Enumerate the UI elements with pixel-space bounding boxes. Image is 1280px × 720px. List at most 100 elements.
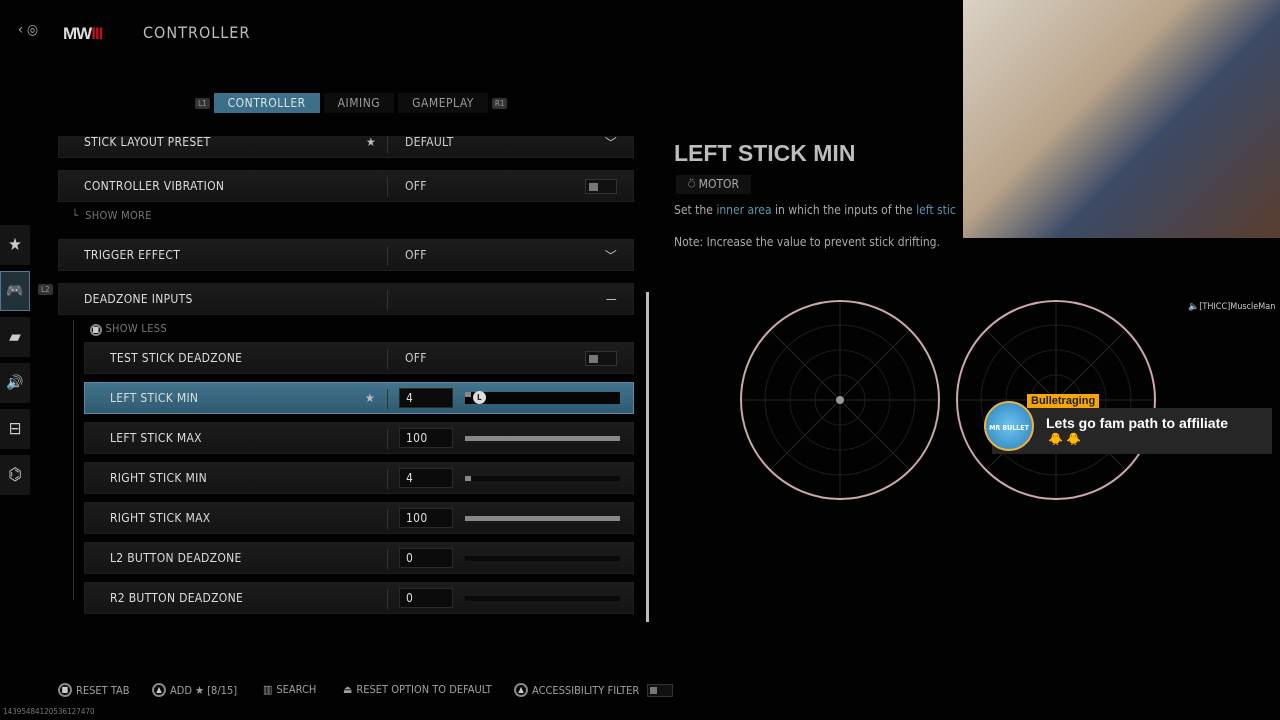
vibration-toggle[interactable] — [585, 178, 617, 194]
setting-label: TRIGGER EFFECT — [84, 248, 181, 262]
game-logo: MWIII — [63, 24, 103, 43]
chevron-down-icon: ﹀ — [604, 135, 617, 150]
tab-gameplay[interactable]: GAMEPLAY — [398, 93, 488, 113]
value-input[interactable]: 0 — [399, 588, 453, 608]
slider-track[interactable] — [465, 556, 620, 561]
setting-label: TEST STICK DEADZONE — [110, 351, 243, 365]
voice-speaker-indicator: 🔈[THICC]MuscleMan — [1188, 302, 1276, 312]
r1-bumper-hint: R1 — [491, 97, 508, 109]
divider — [387, 290, 388, 310]
chat-text: Lets go fam path to affiliate — [1046, 415, 1229, 431]
setting-slider-row[interactable]: LEFT STICK MIN ★ 4 L — [84, 382, 634, 414]
sidebar-item-graphics[interactable]: ▰ — [0, 317, 30, 357]
setting-trigger-effect[interactable]: TRIGGER EFFECT OFF ﹀ — [58, 239, 634, 271]
divider — [387, 389, 388, 409]
setting-label: DEADZONE INPUTS — [84, 292, 193, 306]
accessibility-filter-button[interactable]: ▲ ACCESSIBILITY FILTER — [514, 683, 674, 697]
add-favorite-button[interactable]: ▲ ADD ★ [8/15] — [152, 683, 237, 697]
sidebar-item-controller[interactable]: 🎮 — [0, 271, 30, 311]
reset-option-button[interactable]: ⏏ RESET OPTION TO DEFAULT — [343, 683, 492, 696]
chat-avatar: MR BULLET — [984, 401, 1034, 451]
divider — [387, 136, 388, 153]
setting-value: OFF — [405, 179, 427, 193]
back-button[interactable]: ‹ ◎ — [18, 22, 38, 38]
show-less-link[interactable]: ■ SHOW LESS — [90, 322, 167, 336]
setting-label: STICK LAYOUT PRESET — [84, 135, 211, 149]
back-icon: ‹ — [18, 22, 24, 38]
star-icon: ★ — [8, 235, 22, 255]
sidebar-item-favorites[interactable]: ★ — [0, 225, 30, 265]
setting-value: OFF — [405, 351, 427, 365]
setting-deadzone-inputs[interactable]: DEADZONE INPUTS — — [58, 283, 634, 315]
setting-label: LEFT STICK MIN — [110, 391, 199, 405]
slider-track[interactable] — [465, 596, 620, 601]
value-input[interactable]: 4 — [399, 388, 453, 408]
setting-slider-row[interactable]: LEFT STICK MAX 100 — [84, 422, 634, 454]
divider — [387, 246, 388, 266]
triangle-button-icon: ▲ — [514, 683, 528, 697]
divider — [387, 429, 388, 449]
reset-tab-button[interactable]: ■ RESET TAB — [58, 683, 130, 697]
setting-label: RIGHT STICK MAX — [110, 511, 211, 525]
stick-position-dot — [836, 396, 844, 404]
value-input[interactable]: 0 — [399, 548, 453, 568]
motor-icon: ⍥ — [688, 177, 696, 191]
divider — [387, 509, 388, 529]
interface-icon: ⊟ — [8, 419, 22, 439]
network-icon: ⌬ — [8, 465, 22, 485]
slider-fill — [465, 436, 620, 441]
tab-controller[interactable]: CONTROLLER — [213, 93, 320, 113]
tab-aiming[interactable]: AIMING — [323, 93, 395, 113]
search-button[interactable]: ▥ SEARCH — [263, 683, 316, 696]
setting-test-stick-deadzone[interactable]: TEST STICK DEADZONE OFF — [84, 342, 634, 374]
setting-slider-row[interactable]: RIGHT STICK MIN 4 — [84, 462, 634, 494]
setting-label: LEFT STICK MAX — [110, 431, 202, 445]
deadzone-visualizer — [740, 300, 1156, 500]
slider-track[interactable] — [465, 476, 620, 481]
slider-track[interactable] — [465, 516, 620, 521]
accessibility-toggle[interactable] — [647, 683, 674, 697]
tree-line — [73, 320, 74, 600]
build-id: 14395484120536127470 — [3, 707, 95, 716]
detail-description: Set the inner area in which the inputs o… — [674, 203, 956, 217]
touchpad-icon: ▥ — [263, 683, 273, 696]
slider-track[interactable] — [465, 436, 620, 441]
setting-label: CONTROLLER VIBRATION — [84, 179, 225, 193]
setting-value: OFF — [405, 248, 427, 262]
page-title: CONTROLLER — [143, 23, 251, 42]
divider — [387, 349, 388, 369]
setting-stick-layout-preset[interactable]: STICK LAYOUT PRESET ★ DEFAULT ﹀ — [58, 135, 634, 158]
l3-icon: ⏏ — [343, 683, 353, 696]
show-more-link[interactable]: └ SHOW MORE — [72, 209, 152, 222]
value-input[interactable]: 100 — [399, 508, 453, 528]
setting-slider-row[interactable]: RIGHT STICK MAX 100 — [84, 502, 634, 534]
l2-hint: L2 — [38, 284, 53, 295]
divider — [387, 177, 388, 197]
slider-knob[interactable]: L — [473, 391, 486, 404]
setting-label: R2 BUTTON DEADZONE — [110, 591, 244, 605]
value-input[interactable]: 4 — [399, 468, 453, 488]
setting-slider-row[interactable]: R2 BUTTON DEADZONE 0 — [84, 582, 634, 614]
setting-controller-vibration[interactable]: CONTROLLER VIBRATION OFF — [58, 170, 634, 202]
setting-label: RIGHT STICK MIN — [110, 471, 207, 485]
tab-bar: L1 CONTROLLER AIMING GAMEPLAY R1 — [195, 93, 508, 113]
sidebar-item-interface[interactable]: ⊟ — [0, 409, 30, 449]
chat-message: Lets go fam path to affiliate 🐥 🐥 — [992, 408, 1272, 454]
divider — [387, 469, 388, 489]
test-stick-toggle[interactable] — [585, 350, 617, 366]
sidebar-item-audio[interactable]: 🔊 — [0, 363, 30, 403]
favorite-star-icon[interactable]: ★ — [366, 136, 376, 149]
square-button-icon: ■ — [58, 683, 72, 697]
detail-note: Note: Increase the value to prevent stic… — [674, 235, 940, 249]
collapse-icon: — — [605, 292, 617, 306]
value-input[interactable]: 100 — [399, 428, 453, 448]
setting-slider-row[interactable]: L2 BUTTON DEADZONE 0 — [84, 542, 634, 574]
sidebar-item-network[interactable]: ⌬ — [0, 455, 30, 495]
favorite-star-icon[interactable]: ★ — [365, 391, 375, 405]
slider-fill — [465, 476, 472, 481]
scrollbar[interactable] — [646, 292, 649, 622]
triangle-button-icon: ▲ — [152, 683, 166, 697]
divider — [387, 549, 388, 569]
slider-fill — [465, 516, 620, 521]
slider-track[interactable]: L — [465, 391, 620, 404]
